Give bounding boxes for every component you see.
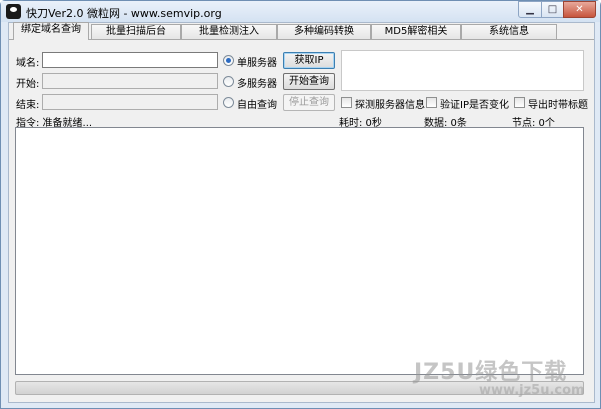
watermark-url: www.jz5u.com [479, 383, 585, 398]
maximize-button[interactable]: □ [541, 1, 564, 18]
tab-encoding-convert[interactable]: 多种编码转换 [277, 24, 371, 39]
probe-server-checkbox[interactable] [341, 97, 352, 108]
multi-server-radio[interactable] [223, 76, 234, 87]
tab-batch-scan-admin[interactable]: 批量扫描后台 [91, 24, 181, 39]
domain-label: 域名: [16, 58, 40, 69]
end-input[interactable] [42, 94, 218, 110]
ip-result-list[interactable] [341, 50, 584, 91]
minimize-button[interactable]: ▁ [518, 1, 542, 18]
end-label: 结束: [16, 100, 40, 111]
domain-input[interactable] [42, 52, 218, 68]
window-title: 快刀Ver2.0 微粒网 - www.semvip.org [26, 7, 222, 20]
probe-server-label[interactable]: 探测服务器信息 [355, 96, 425, 111]
app-window: 快刀Ver2.0 微粒网 - www.semvip.org ▁ □ ✕ 绑定域名… [0, 0, 601, 409]
start-query-button[interactable]: 开始查询 [283, 73, 335, 90]
free-query-label[interactable]: 自由查询 [237, 96, 277, 111]
close-button[interactable]: ✕ [563, 1, 596, 18]
verify-ip-checkbox[interactable] [426, 97, 437, 108]
title-bar[interactable]: 快刀Ver2.0 微粒网 - www.semvip.org ▁ □ ✕ [1, 1, 600, 22]
results-output-area[interactable] [15, 127, 584, 375]
export-title-label[interactable]: 导出时带标题 [528, 96, 588, 111]
single-server-radio[interactable] [223, 55, 234, 66]
tab-bar: 绑定域名查询 批量扫描后台 批量检测注入 多种编码转换 MD5解密相关 系统信息 [9, 22, 594, 40]
get-ip-button[interactable]: 获取IP [283, 52, 335, 69]
tab-batch-inject-detect[interactable]: 批量检测注入 [181, 24, 277, 39]
start-input[interactable] [42, 73, 218, 89]
export-title-checkbox[interactable] [514, 97, 525, 108]
client-area: 绑定域名查询 批量扫描后台 批量检测注入 多种编码转换 MD5解密相关 系统信息… [8, 22, 595, 403]
tab-bind-domain-query[interactable]: 绑定域名查询 [13, 22, 89, 40]
single-server-label[interactable]: 单服务器 [237, 54, 277, 69]
verify-ip-label[interactable]: 验证IP是否变化 [440, 96, 509, 111]
app-logo-icon [6, 4, 21, 19]
watermark-logo: JZ5U绿色下载 [414, 360, 568, 385]
bind-domain-panel: 域名: 单服务器 获取IP 开始: 多服务器 开始查询 结束: 自由查询 停止查… [9, 39, 594, 402]
stop-query-button[interactable]: 停止查询 [283, 94, 335, 111]
tab-md5-decrypt[interactable]: MD5解密相关 [371, 24, 461, 39]
start-label: 开始: [16, 79, 40, 90]
free-query-radio[interactable] [223, 97, 234, 108]
tab-system-info[interactable]: 系统信息 [461, 24, 557, 39]
multi-server-label[interactable]: 多服务器 [237, 75, 277, 90]
